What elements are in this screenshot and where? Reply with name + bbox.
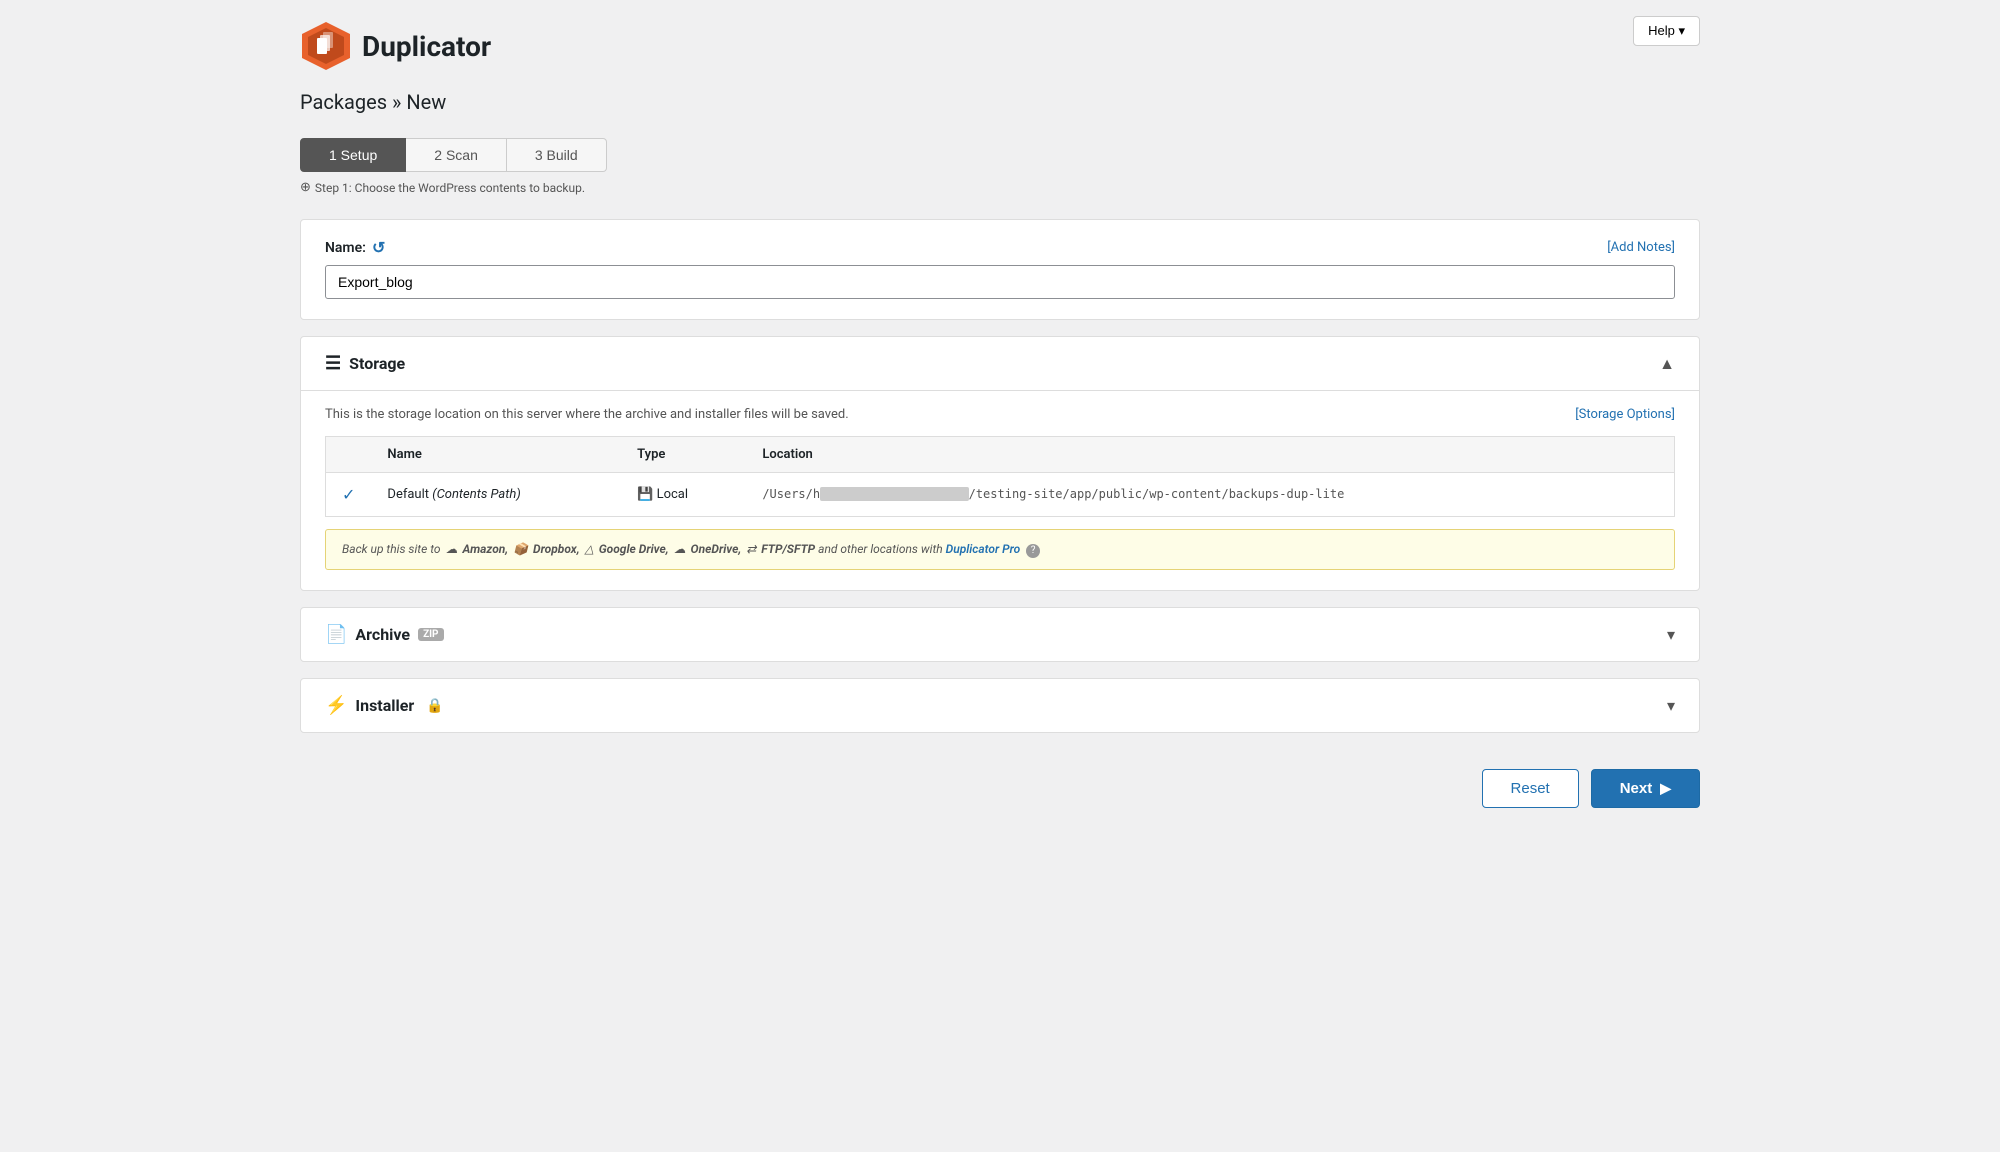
gdrive-icon: △ bbox=[585, 542, 594, 556]
help-label: Help ▾ bbox=[1648, 23, 1685, 39]
upgrade-notice: Back up this site to ☁ Amazon, 📦 Dropbox… bbox=[325, 529, 1675, 570]
storage-table-location-header: Location bbox=[746, 437, 1674, 473]
steps-row: 1 Setup 2 Scan 3 Build bbox=[300, 138, 1700, 172]
zip-badge: zip bbox=[418, 628, 443, 641]
storage-table-name-header: Name bbox=[371, 437, 621, 473]
installer-section-header[interactable]: ⚡ Installer 🔒 ▾ bbox=[301, 679, 1699, 732]
next-arrow-icon: ▶ bbox=[1660, 780, 1671, 797]
help-button[interactable]: Help ▾ bbox=[1633, 16, 1700, 46]
storage-section-panel: ☰ Storage ▲ This is the storage location… bbox=[300, 336, 1700, 591]
duplicator-logo-icon bbox=[300, 20, 352, 72]
storage-location-path: /Users/h████████████████████/testing-sit… bbox=[762, 487, 1344, 501]
storage-table-check-header bbox=[326, 437, 372, 473]
archive-chevron-icon: ▾ bbox=[1667, 625, 1675, 644]
local-drive-icon: 💾 bbox=[637, 487, 653, 502]
logo-area: Duplicator bbox=[300, 20, 1700, 72]
reset-button[interactable]: Reset bbox=[1482, 769, 1579, 808]
archive-section-panel: 📄 Archive zip ▾ bbox=[300, 607, 1700, 662]
storage-section-header[interactable]: ☰ Storage ▲ bbox=[301, 337, 1699, 391]
storage-section-title: ☰ Storage bbox=[325, 353, 405, 374]
name-refresh-icon[interactable]: ↺ bbox=[372, 238, 385, 257]
storage-icon: ☰ bbox=[325, 353, 341, 374]
archive-section-title: 📄 Archive zip bbox=[325, 624, 444, 645]
lock-icon: 🔒 bbox=[426, 698, 443, 714]
name-label: Name: ↺ bbox=[325, 238, 385, 257]
add-notes-link[interactable]: [Add Notes] bbox=[1607, 240, 1675, 255]
ftp-icon: ⇄ bbox=[746, 542, 756, 556]
amazon-icon: ☁ bbox=[445, 542, 457, 556]
wp-icon: ⊕ bbox=[300, 180, 311, 195]
bottom-bar: Reset Next ▶ bbox=[300, 749, 1700, 838]
storage-chevron-icon: ▲ bbox=[1659, 354, 1675, 374]
onedrive-icon: ☁ bbox=[674, 542, 686, 556]
name-section-panel: Name: ↺ [Add Notes] bbox=[300, 219, 1700, 320]
archive-section-header[interactable]: 📄 Archive zip ▾ bbox=[301, 608, 1699, 661]
next-button[interactable]: Next ▶ bbox=[1591, 769, 1700, 808]
storage-table: Name Type Location ✓ Default (Contents P… bbox=[325, 436, 1675, 517]
storage-table-type-header: Type bbox=[621, 437, 746, 473]
storage-row-location: /Users/h████████████████████/testing-sit… bbox=[746, 473, 1674, 517]
name-input[interactable] bbox=[325, 265, 1675, 299]
archive-icon: 📄 bbox=[325, 624, 347, 645]
storage-section-body: This is the storage location on this ser… bbox=[301, 391, 1699, 590]
step-3-button[interactable]: 3 Build bbox=[507, 138, 607, 172]
storage-desc-row: This is the storage location on this ser… bbox=[325, 407, 1675, 422]
app-title: Duplicator bbox=[362, 30, 491, 63]
storage-table-row: ✓ Default (Contents Path) 💾 Local bbox=[326, 473, 1675, 517]
storage-row-name: Default (Contents Path) bbox=[371, 473, 621, 517]
installer-chevron-icon: ▾ bbox=[1667, 696, 1675, 715]
step-2-button[interactable]: 2 Scan bbox=[406, 138, 507, 172]
step-hint: ⊕ Step 1: Choose the WordPress contents … bbox=[300, 180, 1700, 195]
dropbox-icon: 📦 bbox=[513, 542, 528, 556]
upgrade-notice-text: Back up this site to ☁ Amazon, 📦 Dropbox… bbox=[342, 542, 1040, 556]
check-icon: ✓ bbox=[342, 485, 355, 504]
installer-icon: ⚡ bbox=[325, 695, 347, 716]
name-section-body: Name: ↺ [Add Notes] bbox=[301, 220, 1699, 319]
installer-section-panel: ⚡ Installer 🔒 ▾ bbox=[300, 678, 1700, 733]
name-label-row: Name: ↺ [Add Notes] bbox=[325, 238, 1675, 257]
storage-row-type: 💾 Local bbox=[621, 473, 746, 517]
step-1-button[interactable]: 1 Setup bbox=[300, 138, 406, 172]
installer-section-title: ⚡ Installer 🔒 bbox=[325, 695, 444, 716]
location-blurred: ████████████████████ bbox=[820, 487, 969, 501]
storage-row-check: ✓ bbox=[326, 473, 372, 517]
breadcrumb: Packages » New bbox=[300, 90, 1700, 114]
storage-options-link[interactable]: [Storage Options] bbox=[1575, 407, 1675, 422]
pro-help-icon: ? bbox=[1026, 544, 1040, 558]
storage-description: This is the storage location on this ser… bbox=[325, 407, 849, 422]
duplicator-pro-link[interactable]: Duplicator Pro bbox=[946, 542, 1021, 556]
